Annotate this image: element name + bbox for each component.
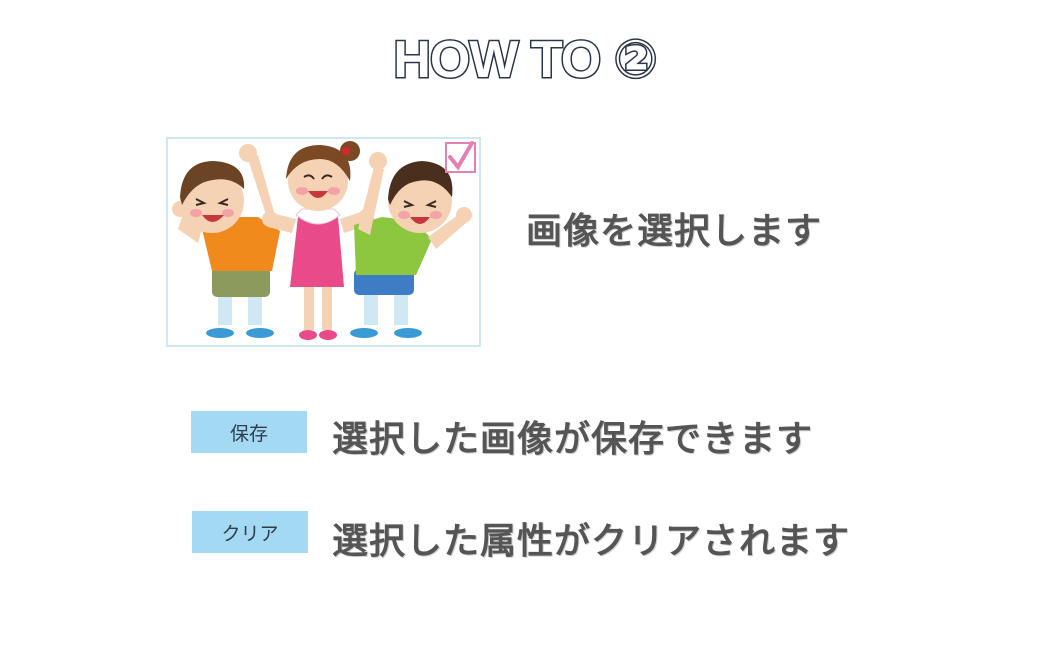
save-button-label: 保存 xyxy=(229,422,268,445)
save-caption: 選択した画像が保存できます xyxy=(332,419,814,460)
clear-caption: 選択した属性がクリアされます xyxy=(332,521,851,562)
page-title-text: HOW TO ② xyxy=(392,30,659,91)
save-button[interactable]: 保存 xyxy=(191,411,307,453)
page-title: HOW TO ② xyxy=(0,30,1050,91)
selectable-image[interactable] xyxy=(166,137,481,347)
how-to-page: HOW TO ② 画像を選択します 保存 選択した画像が保存できます クリア 選… xyxy=(0,0,1050,650)
clear-button[interactable]: クリア xyxy=(192,511,308,553)
clear-button-label: クリア xyxy=(221,522,279,545)
children-illustration xyxy=(172,141,476,340)
boy-left-figure xyxy=(172,144,280,338)
boy-right-figure xyxy=(350,152,472,338)
checkbox-checked-icon[interactable] xyxy=(445,141,476,173)
select-image-caption: 画像を選択します xyxy=(526,211,823,252)
